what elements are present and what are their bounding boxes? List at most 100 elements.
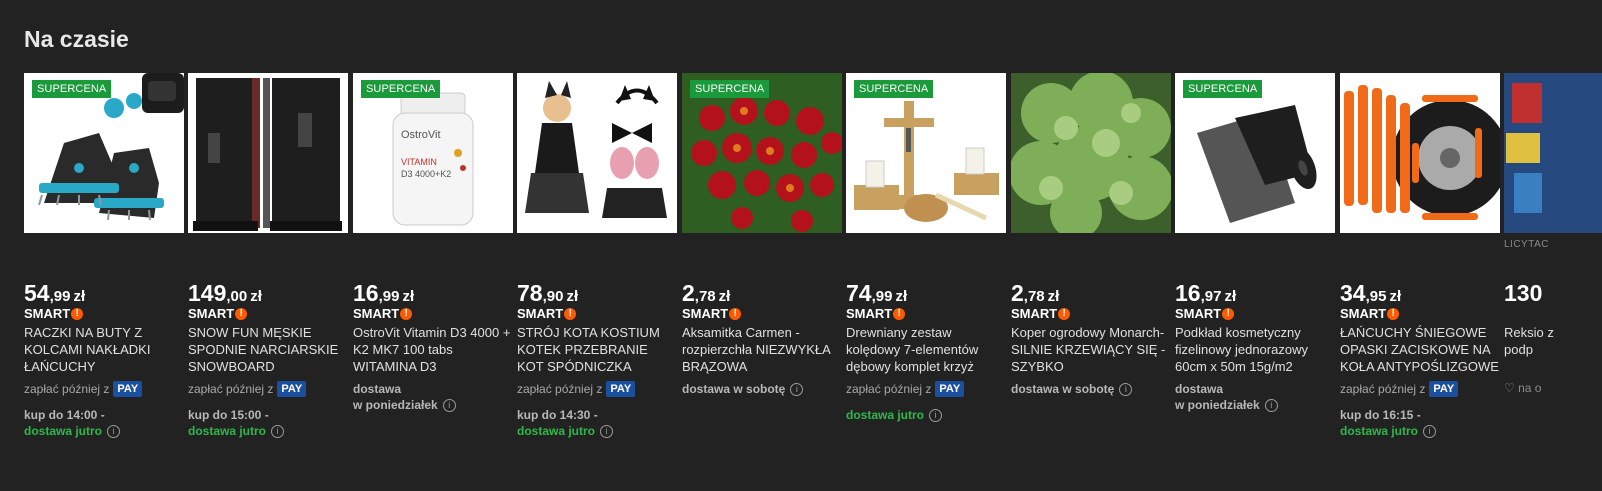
product-title[interactable]: SNOW FUN MĘSKIE SPODNIE NARCIARSKIE SNOW… xyxy=(188,324,348,375)
smart-label: SMART! xyxy=(1011,306,1071,321)
pay-later-row: zapłać później z PAY xyxy=(517,381,636,397)
smart-label: SMART! xyxy=(353,306,413,321)
product-card[interactable]: LICYTAC 130 Reksio z podp ♡ na o xyxy=(1504,73,1602,395)
product-price: 74,99 zł xyxy=(846,280,908,306)
pay-later-row: zapłać później z PAY xyxy=(846,381,965,397)
info-icon[interactable]: i xyxy=(271,425,285,439)
smart-icon: ! xyxy=(893,307,906,320)
product-card[interactable]: 2,78 zł SMART! Koper ogrodowy Monarch- SI… xyxy=(1011,73,1171,397)
product-card[interactable]: SUPERCENA 74,99 zł SMART! Drewniany zesta… xyxy=(846,73,1006,423)
delivery-info: dostawa jutro i xyxy=(846,407,943,423)
product-card[interactable]: SUPERCENA OstroVit VITAMIN D3 4000+K2 16… xyxy=(353,73,513,413)
svg-text:D3 4000+K2: D3 4000+K2 xyxy=(401,169,451,179)
delivery-info: kup do 15:00 - dostawa jutro i xyxy=(188,407,285,439)
smart-icon: ! xyxy=(1387,307,1400,320)
product-card[interactable]: 34,95 zł SMART! ŁAŃCUCHY ŚNIEGOWE OPASKI … xyxy=(1340,73,1500,439)
delivery-info: kup do 14:00 - dostawa jutro i xyxy=(24,407,121,439)
delivery-info: dostawa w sobotę i xyxy=(1011,381,1133,397)
smart-label: SMART! xyxy=(188,306,248,321)
info-icon[interactable]: i xyxy=(929,409,943,423)
info-icon[interactable]: i xyxy=(600,425,614,439)
supercena-badge: SUPERCENA xyxy=(1183,80,1263,98)
product-card[interactable]: 78,90 zł SMART! STRÓJ KOTA KOSTIUM KOTEK … xyxy=(517,73,677,439)
product-price: 2,78 zł xyxy=(1011,280,1060,306)
product-title[interactable]: Koper ogrodowy Monarch- SILNIE KRZEWIĄCY… xyxy=(1011,324,1171,375)
product-card[interactable]: 149,00 zł SMART! SNOW FUN MĘSKIE SPODNIE … xyxy=(188,73,348,439)
product-price: 130 xyxy=(1504,280,1543,306)
product-image[interactable] xyxy=(188,73,348,233)
heart-icon[interactable]: ♡ xyxy=(1504,381,1515,395)
delivery-info: dostawa w sobotę i xyxy=(682,381,804,397)
pay-later-row: zapłać później z PAY xyxy=(188,381,307,397)
smart-icon: ! xyxy=(564,307,577,320)
product-price: 16,99 zł xyxy=(353,280,415,306)
info-icon[interactable]: i xyxy=(442,399,456,413)
product-title[interactable]: ŁAŃCUCHY ŚNIEGOWE OPASKI ZACISKOWE NA KO… xyxy=(1340,324,1500,375)
smart-label: SMART! xyxy=(682,306,742,321)
smart-icon: ! xyxy=(235,307,248,320)
supercena-badge: SUPERCENA xyxy=(690,80,770,98)
product-carousel: SUPERCENA 54,99 zł SMART ! RACZKI NA BUT… xyxy=(24,73,1602,473)
pay-badge: PAY xyxy=(1429,381,1459,397)
pay-later-row: zapłać później z PAY xyxy=(1340,381,1459,397)
smart-icon: ! xyxy=(729,307,742,320)
smart-label: SMART! xyxy=(1340,306,1400,321)
info-icon[interactable]: i xyxy=(107,425,121,439)
wishlist-row[interactable]: ♡ na o xyxy=(1504,381,1541,395)
product-image[interactable] xyxy=(1504,73,1602,233)
product-title[interactable]: Aksamitka Carmen - rozpierzchła NIEZWYKŁ… xyxy=(682,324,842,375)
delivery-info: dostawa w poniedziałek i xyxy=(1175,381,1278,413)
product-image[interactable]: SUPERCENA xyxy=(24,73,184,233)
section-title: Na czasie xyxy=(24,26,129,52)
partial-product-icon xyxy=(1504,73,1602,233)
product-card[interactable]: SUPERCENA 54,99 zł SMART ! RACZKI NA BUT… xyxy=(24,73,184,439)
pay-badge: PAY xyxy=(277,381,307,397)
supercena-badge: SUPERCENA xyxy=(854,80,934,98)
product-image[interactable] xyxy=(1011,73,1171,233)
smart-icon: ! xyxy=(400,307,413,320)
pay-badge: PAY xyxy=(113,381,143,397)
info-icon[interactable]: i xyxy=(1119,383,1133,397)
product-title[interactable]: Podkład kosmetyczny fizelinowy jednorazo… xyxy=(1175,324,1335,375)
product-title[interactable]: OstroVit Vitamin D3 4000 + K2 MK7 100 ta… xyxy=(353,324,513,375)
product-price: 2,78 zł xyxy=(682,280,731,306)
delivery-info: dostawa w poniedziałek i xyxy=(353,381,456,413)
product-price: 16,97 zł xyxy=(1175,280,1237,306)
smart-label: SMART! xyxy=(1175,306,1235,321)
info-icon[interactable]: i xyxy=(790,383,804,397)
cat-costume-icon xyxy=(525,81,667,218)
delivery-info: kup do 14:30 - dostawa jutro i xyxy=(517,407,614,439)
product-image[interactable]: SUPERCENA xyxy=(1175,73,1335,233)
smart-icon: ! xyxy=(1222,307,1235,320)
svg-text:OstroVit: OstroVit xyxy=(401,129,441,141)
product-image[interactable] xyxy=(517,73,677,233)
product-title[interactable]: RACZKI NA BUTY Z KOLCAMI NAKŁADKI ŁAŃCUC… xyxy=(24,324,184,375)
product-image[interactable] xyxy=(1340,73,1500,233)
product-price: 149,00 zł xyxy=(188,280,262,306)
product-title[interactable]: Drewniany zestaw kolędowy 7-elementów dę… xyxy=(846,324,1006,375)
supercena-badge: SUPERCENA xyxy=(32,80,112,98)
smart-label: SMART! xyxy=(517,306,577,321)
snow-chains-icon xyxy=(1344,85,1500,220)
supercena-badge: SUPERCENA xyxy=(361,80,441,98)
info-icon[interactable]: i xyxy=(1423,425,1437,439)
smart-label: SMART! xyxy=(846,306,906,321)
pay-later-row: zapłać później z PAY xyxy=(24,381,143,397)
product-image[interactable]: SUPERCENA OstroVit VITAMIN D3 4000+K2 xyxy=(353,73,513,233)
delivery-info: kup do 16:15 - dostawa jutro i xyxy=(1340,407,1437,439)
svg-text:VITAMIN: VITAMIN xyxy=(401,157,437,167)
pay-badge: PAY xyxy=(606,381,636,397)
product-image[interactable]: SUPERCENA xyxy=(682,73,842,233)
ski-pants-icon xyxy=(193,78,342,231)
smart-label: SMART! xyxy=(24,306,84,321)
auction-label: LICYTAC xyxy=(1504,239,1549,250)
product-price: 54,99 zł xyxy=(24,280,86,306)
product-title[interactable]: STRÓJ KOTA KOSTIUM KOTEK PRZEBRANIE KOT … xyxy=(517,324,677,375)
product-card[interactable]: SUPERCENA 16,97 zł SMART! Podkład kosmety… xyxy=(1175,73,1335,413)
product-price: 34,95 zł xyxy=(1340,280,1402,306)
product-image[interactable]: SUPERCENA xyxy=(846,73,1006,233)
dill-plant-icon xyxy=(1011,73,1171,233)
info-icon[interactable]: i xyxy=(1264,399,1278,413)
product-title[interactable]: Reksio z podp xyxy=(1504,324,1564,358)
product-card[interactable]: SUPERCENA 2,78 zł SMART! Aksamitka Carmen… xyxy=(682,73,842,397)
